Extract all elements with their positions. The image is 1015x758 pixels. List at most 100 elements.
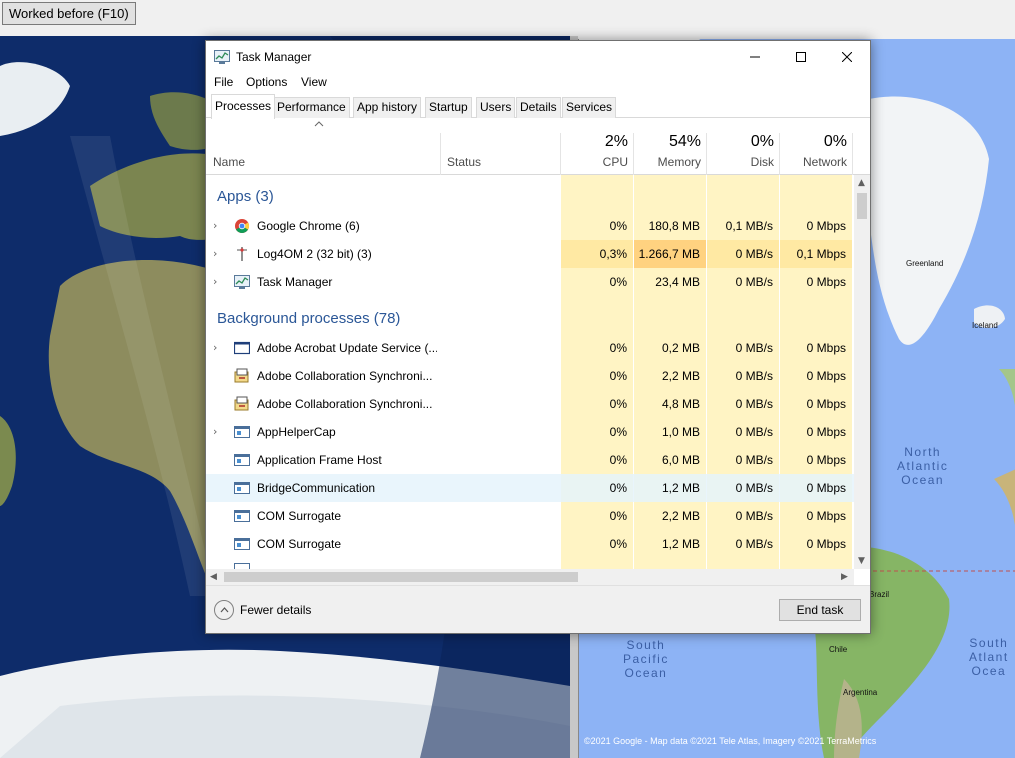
footer-bar: Fewer details End task bbox=[206, 585, 870, 633]
horizontal-scrollbar[interactable]: ◀ ▶ bbox=[206, 569, 854, 585]
column-divider[interactable] bbox=[706, 133, 707, 175]
group-header-background[interactable]: Background processes (78) bbox=[206, 304, 854, 332]
memory-value: 0,2 MB bbox=[661, 341, 700, 355]
ocean-label-south-atlantic: South Atlant Ocea bbox=[969, 636, 1009, 678]
tab-performance[interactable]: Performance bbox=[273, 97, 350, 118]
column-cpu[interactable]: CPU bbox=[562, 155, 628, 169]
column-divider[interactable] bbox=[440, 133, 441, 175]
column-disk[interactable]: Disk bbox=[708, 155, 774, 169]
column-memory[interactable]: Memory bbox=[635, 155, 701, 169]
end-task-button[interactable]: End task bbox=[779, 599, 861, 621]
table-row[interactable]: › Adobe Acrobat Update Service (... 0% 0… bbox=[206, 334, 854, 362]
cpu-value: 0% bbox=[609, 275, 627, 289]
table-row[interactable]: Adobe Collaboration Synchroni... 0% 4,8 … bbox=[206, 390, 854, 418]
process-name: Adobe Acrobat Update Service (... bbox=[257, 341, 437, 355]
tab-details[interactable]: Details bbox=[516, 97, 561, 118]
disk-value: 0 MB/s bbox=[735, 425, 773, 439]
table-row[interactable]: COM Surrogate 0% 1,2 MB 0 MB/s 0 Mbps bbox=[206, 530, 854, 558]
ocean-label-south-pacific: South Pacific Ocean bbox=[623, 638, 669, 680]
process-name: BridgeCommunication bbox=[257, 481, 376, 495]
column-divider[interactable] bbox=[633, 133, 634, 175]
close-button[interactable] bbox=[824, 41, 870, 73]
map-label-greenland: Greenland bbox=[906, 259, 944, 268]
app-icon bbox=[234, 482, 250, 494]
scroll-right-icon[interactable]: ▶ bbox=[841, 572, 848, 582]
network-value: 0 Mbps bbox=[806, 425, 846, 439]
scroll-left-icon[interactable]: ◀ bbox=[210, 572, 217, 582]
process-list: Apps (3) › Google Chrome (6) 0% 180,8 MB… bbox=[206, 175, 854, 569]
menu-options[interactable]: Options bbox=[246, 75, 287, 89]
chevron-right-icon[interactable]: › bbox=[213, 275, 217, 288]
vertical-scroll-thumb[interactable] bbox=[857, 193, 867, 219]
tab-startup[interactable]: Startup bbox=[425, 97, 472, 118]
disk-value: 0 MB/s bbox=[735, 537, 773, 551]
column-status[interactable]: Status bbox=[447, 155, 481, 169]
map-label-iceland: Iceland bbox=[972, 321, 998, 330]
map-label-chile: Chile bbox=[829, 645, 848, 654]
memory-value: 4,8 MB bbox=[661, 397, 700, 411]
cpu-total: 2% bbox=[604, 133, 628, 150]
sort-up-icon bbox=[314, 121, 324, 127]
memory-value: 1,2 MB bbox=[661, 481, 700, 495]
chevron-right-icon[interactable]: › bbox=[213, 247, 217, 260]
app-icon bbox=[234, 426, 250, 438]
chevron-right-icon[interactable]: › bbox=[213, 341, 217, 354]
disk-total: 0% bbox=[750, 133, 774, 150]
column-network[interactable]: Network bbox=[781, 155, 847, 169]
process-name: COM Surrogate bbox=[257, 537, 342, 551]
scroll-down-icon[interactable]: ▼ bbox=[858, 556, 865, 566]
network-value: 0 Mbps bbox=[806, 341, 846, 355]
process-name: Task Manager bbox=[257, 275, 333, 289]
cpu-value: 0% bbox=[609, 219, 627, 233]
memory-value: 2,2 MB bbox=[661, 369, 700, 383]
cpu-value: 0% bbox=[609, 537, 627, 551]
tab-app-history[interactable]: App history bbox=[353, 97, 422, 118]
table-row[interactable]: › AppHelperCap 0% 1,0 MB 0 MB/s 0 Mbps bbox=[206, 418, 854, 446]
task-manager-icon bbox=[234, 275, 250, 289]
chevron-right-icon[interactable]: › bbox=[213, 219, 217, 232]
group-title-apps: Apps (3) bbox=[217, 188, 274, 205]
tab-users[interactable]: Users bbox=[476, 97, 516, 118]
menu-view[interactable]: View bbox=[301, 75, 327, 89]
tab-services[interactable]: Services bbox=[562, 97, 617, 118]
process-name: Adobe Collaboration Synchroni... bbox=[257, 369, 433, 383]
menu-file[interactable]: File bbox=[214, 75, 233, 89]
cpu-value: 0% bbox=[609, 481, 627, 495]
task-manager-titlebar[interactable]: Task Manager bbox=[206, 41, 870, 73]
table-row[interactable]: › Log4OM 2 (32 bit) (3) 0,3% 1.266,7 MB … bbox=[206, 240, 854, 268]
table-row[interactable]: › Task Manager 0% 23,4 MB 0 MB/s 0 Mbps bbox=[206, 268, 854, 296]
task-manager-window: Task Manager File Options View Processes… bbox=[205, 40, 871, 634]
cpu-value: 0% bbox=[609, 369, 627, 383]
map-label-brazil: Brazil bbox=[869, 590, 890, 599]
column-divider[interactable] bbox=[560, 133, 561, 175]
vertical-scrollbar[interactable]: ▲ ▼ bbox=[854, 175, 870, 569]
process-name: COM Surrogate bbox=[257, 509, 342, 523]
fewer-details-link[interactable]: Fewer details bbox=[240, 603, 311, 617]
horizontal-scroll-thumb[interactable] bbox=[224, 572, 578, 582]
memory-total: 54% bbox=[668, 133, 701, 150]
table-row-selected[interactable]: BridgeCommunication 0% 1,2 MB 0 MB/s 0 M… bbox=[206, 474, 854, 502]
group-header-apps[interactable]: Apps (3) bbox=[206, 182, 854, 210]
disk-value: 0 MB/s bbox=[735, 247, 773, 261]
column-name[interactable]: Name bbox=[213, 155, 245, 169]
table-row[interactable]: › Google Chrome (6) 0% 180,8 MB 0,1 MB/s… bbox=[206, 212, 854, 240]
network-value: 0 Mbps bbox=[806, 537, 846, 551]
chevron-right-icon[interactable]: › bbox=[213, 425, 217, 438]
scroll-up-icon[interactable]: ▲ bbox=[858, 178, 865, 188]
chevron-up-icon[interactable] bbox=[214, 600, 234, 620]
app-icon bbox=[234, 538, 250, 550]
maximize-button[interactable] bbox=[778, 41, 824, 73]
column-divider[interactable] bbox=[852, 133, 853, 175]
tab-processes[interactable]: Processes bbox=[211, 94, 276, 119]
table-row[interactable]: Adobe Collaboration Synchroni... 0% 2,2 … bbox=[206, 362, 854, 390]
worked-before-button[interactable]: Worked before (F10) bbox=[2, 2, 136, 25]
minimize-button[interactable] bbox=[732, 41, 778, 73]
cpu-value: 0% bbox=[609, 509, 627, 523]
table-row[interactable]: COM Surrogate 0% 2,2 MB 0 MB/s 0 Mbps bbox=[206, 502, 854, 530]
table-row[interactable]: Application Frame Host 0% 6,0 MB 0 MB/s … bbox=[206, 446, 854, 474]
adobe-sync-icon bbox=[234, 368, 249, 383]
log4om-icon bbox=[237, 247, 247, 261]
memory-value: 1,0 MB bbox=[661, 425, 700, 439]
column-divider[interactable] bbox=[779, 133, 780, 175]
process-name: Google Chrome (6) bbox=[257, 219, 360, 233]
